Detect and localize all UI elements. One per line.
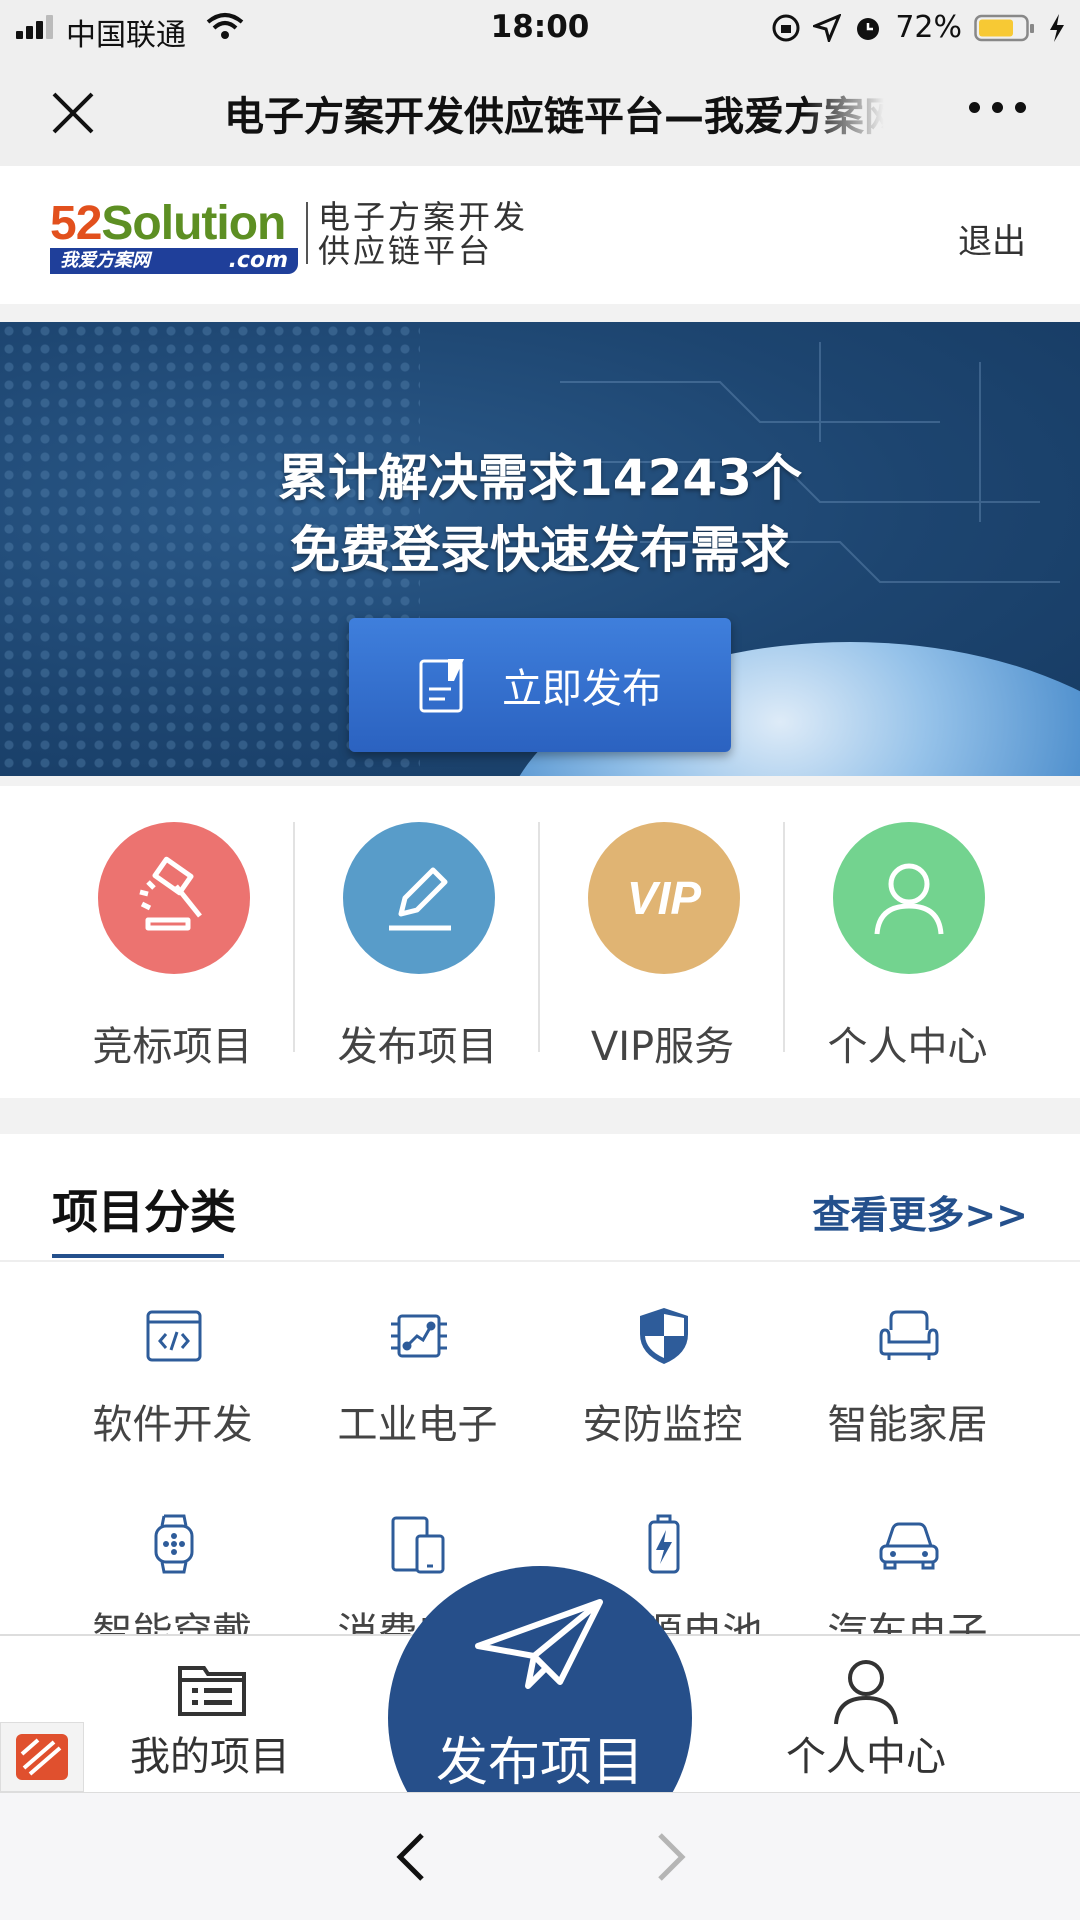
battery-icon	[974, 14, 1034, 41]
quick-label: 竞标项目	[92, 1024, 253, 1070]
publish-now-button[interactable]: 立即发布	[349, 618, 731, 752]
devices-icon	[391, 1516, 445, 1574]
page-title: 电子方案开发供应链平台—我爱方案网	[224, 94, 884, 140]
hero-banner: 累计解决需求14243个 免费登录快速发布需求 立即发布	[0, 322, 1080, 776]
quick-bidding-projects[interactable]: 竞标项目	[50, 786, 295, 1098]
sofa-icon	[879, 1310, 939, 1360]
paper-plane-icon	[475, 1599, 603, 1689]
charging-icon	[1050, 13, 1064, 42]
more-icon[interactable]	[969, 102, 1026, 113]
app-logo-icon	[16, 1734, 68, 1780]
shield-icon	[640, 1308, 688, 1364]
category-label: 汽车电子	[827, 1610, 988, 1634]
close-icon[interactable]	[48, 88, 98, 138]
tab-profile[interactable]: 个人中心	[766, 1636, 966, 1794]
tab-my-projects[interactable]: 我的项目	[110, 1636, 310, 1794]
category-industrial-electronics[interactable]: 工业电子	[295, 1304, 540, 1484]
publish-now-label: 立即发布	[502, 666, 662, 712]
divider	[0, 1260, 1080, 1262]
battery-percentage: 72%	[895, 10, 962, 45]
pencil-icon	[343, 822, 495, 974]
category-label: 工业电子	[337, 1402, 498, 1448]
tab-label: 我的项目	[130, 1734, 290, 1780]
quick-label: 个人中心	[827, 1024, 988, 1070]
alarm-icon	[857, 17, 880, 40]
site-logo[interactable]: 52Solution 我爱方案网 .com	[50, 196, 300, 276]
browser-toolbar	[0, 1792, 1080, 1920]
project-categories: 项目分类 查看更多>> 软件开发 工业电子 安防监控 智能家居 智能穿戴 消费电…	[0, 1134, 1080, 1634]
location-icon	[813, 13, 842, 42]
category-smart-home[interactable]: 智能家居	[785, 1304, 1030, 1484]
logout-link[interactable]: 退出	[958, 214, 1026, 263]
tab-label: 个人中心	[786, 1734, 946, 1780]
quick-label: 发布项目	[337, 1024, 498, 1070]
folder-list-icon	[178, 1666, 246, 1716]
forward-arrow-icon[interactable]	[650, 1831, 690, 1883]
quick-personal-center[interactable]: 个人中心	[785, 786, 1030, 1098]
battery-icon	[648, 1514, 680, 1574]
site-header: 52Solution 我爱方案网 .com 电子方案开发 供应链平台 退出	[0, 166, 1080, 304]
smartwatch-icon	[154, 1514, 194, 1574]
category-automotive-electronics[interactable]: 汽车电子	[785, 1512, 1030, 1634]
floating-app-icon[interactable]	[0, 1722, 84, 1792]
code-window-icon	[146, 1310, 202, 1362]
quick-vip-service[interactable]: VIP VIP服务	[540, 786, 785, 1098]
user-icon	[834, 1660, 898, 1725]
section-title: 项目分类	[52, 1185, 236, 1239]
quick-actions: 竞标项目 发布项目 VIP VIP服务 个人中心	[0, 786, 1080, 1098]
banner-headline: 累计解决需求14243个 免费登录快速发布需求	[278, 449, 802, 579]
category-software-dev[interactable]: 软件开发	[50, 1304, 295, 1484]
status-bar: 中国联通 18:00 72%	[0, 0, 1080, 54]
category-label: 智能穿戴	[92, 1610, 253, 1634]
user-icon	[833, 822, 985, 974]
webview-nav-bar: 电子方案开发供应链平台—我爱方案网	[0, 54, 1080, 166]
gavel-icon	[98, 822, 250, 974]
vip-icon: VIP	[588, 822, 740, 974]
category-label: 软件开发	[92, 1402, 253, 1448]
platform-name: 电子方案开发 供应链平台	[318, 198, 529, 270]
category-label: 智能家居	[827, 1402, 988, 1448]
quick-publish-project[interactable]: 发布项目	[295, 786, 540, 1098]
svg-text:VIP: VIP	[627, 872, 701, 924]
car-icon	[879, 1522, 939, 1570]
logo-divider	[306, 202, 308, 264]
rotation-lock-icon	[772, 14, 800, 41]
quick-label: VIP服务	[590, 1024, 735, 1070]
view-more-link[interactable]: 查看更多>>	[812, 1184, 1028, 1239]
fab-label: 发布项目	[435, 1733, 644, 1793]
category-label: 安防监控	[582, 1402, 743, 1448]
category-smart-wearables[interactable]: 智能穿戴	[50, 1512, 295, 1634]
category-security-monitoring[interactable]: 安防监控	[540, 1304, 785, 1484]
document-edit-icon	[419, 659, 464, 713]
circuit-board-icon	[391, 1314, 447, 1358]
back-arrow-icon[interactable]	[392, 1831, 432, 1883]
section-title-underline	[52, 1254, 224, 1258]
